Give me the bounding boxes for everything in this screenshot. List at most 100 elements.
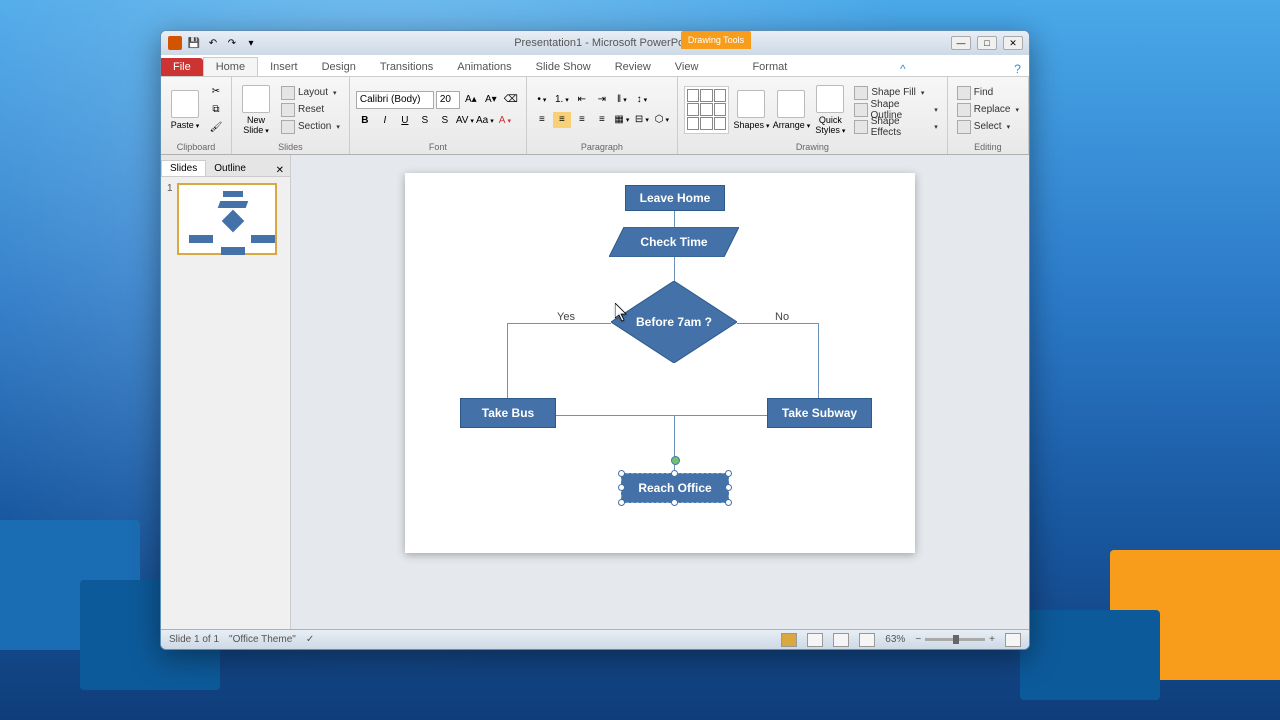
shapes-gallery[interactable] xyxy=(684,86,730,134)
zoom-out-icon[interactable]: − xyxy=(915,634,921,645)
rotate-handle[interactable] xyxy=(671,456,680,465)
undo-icon[interactable]: ↶ xyxy=(205,35,221,51)
columns-icon[interactable]: ▦ xyxy=(613,112,631,128)
tab-insert[interactable]: Insert xyxy=(258,58,310,76)
resize-handle[interactable] xyxy=(725,470,732,477)
resize-handle[interactable] xyxy=(725,484,732,491)
arrange-button[interactable]: Arrange xyxy=(773,84,809,136)
select-button[interactable]: Select xyxy=(954,119,1022,134)
panel-tab-outline[interactable]: Outline xyxy=(206,161,254,176)
align-left-icon[interactable]: ≡ xyxy=(533,112,551,128)
slide[interactable]: Leave Home Check Time Before 7am ? Yes N… xyxy=(405,173,915,553)
view-slideshow-icon[interactable] xyxy=(859,633,875,647)
group-slides-label: Slides xyxy=(238,140,343,152)
ribbon-minimize-icon[interactable]: ^ xyxy=(892,62,914,76)
resize-handle[interactable] xyxy=(618,499,625,506)
shape-leave-home[interactable]: Leave Home xyxy=(625,185,725,211)
resize-handle[interactable] xyxy=(671,470,678,477)
bullets-icon[interactable]: • xyxy=(533,92,551,108)
fit-window-icon[interactable] xyxy=(1005,633,1021,647)
view-sorter-icon[interactable] xyxy=(807,633,823,647)
panel-tab-slides[interactable]: Slides xyxy=(161,160,206,176)
connector[interactable] xyxy=(818,323,819,399)
shape-effects-button[interactable]: Shape Effects xyxy=(851,119,940,134)
shapes-button[interactable]: Shapes xyxy=(733,84,769,136)
tab-transitions[interactable]: Transitions xyxy=(368,58,445,76)
quick-styles-button[interactable]: Quick Styles xyxy=(813,84,847,136)
line-spacing-icon[interactable]: ‖ xyxy=(613,92,631,108)
zoom-in-icon[interactable]: + xyxy=(989,634,995,645)
resize-handle[interactable] xyxy=(725,499,732,506)
save-icon[interactable]: 💾 xyxy=(186,35,202,51)
tab-format[interactable]: Format xyxy=(740,58,799,76)
qat-dropdown-icon[interactable]: ▾ xyxy=(243,35,259,51)
copy-icon[interactable]: ⧉ xyxy=(207,102,225,118)
change-case-icon[interactable]: Aa xyxy=(476,113,494,129)
clear-format-icon[interactable]: ⌫ xyxy=(502,92,520,108)
tab-animations[interactable]: Animations xyxy=(445,58,523,76)
shrink-font-icon[interactable]: A▾ xyxy=(482,92,500,108)
minimize-button[interactable]: — xyxy=(951,36,971,50)
view-normal-icon[interactable] xyxy=(781,633,797,647)
cut-icon[interactable]: ✂ xyxy=(207,84,225,100)
slide-canvas[interactable]: Leave Home Check Time Before 7am ? Yes N… xyxy=(291,155,1029,629)
resize-handle[interactable] xyxy=(671,499,678,506)
grow-font-icon[interactable]: A▴ xyxy=(462,92,480,108)
align-text-icon[interactable]: ⊟ xyxy=(633,112,651,128)
connector[interactable] xyxy=(674,255,675,283)
decrease-indent-icon[interactable]: ⇤ xyxy=(573,92,591,108)
text-direction-icon[interactable]: ↕ xyxy=(633,92,651,108)
layout-button[interactable]: Layout xyxy=(278,85,343,100)
font-size-combo[interactable]: 20 xyxy=(436,91,460,109)
connector[interactable] xyxy=(507,323,611,324)
connector[interactable] xyxy=(507,323,508,399)
smartart-icon[interactable]: ⬡ xyxy=(653,112,671,128)
font-name-combo[interactable]: Calibri (Body) xyxy=(356,91,434,109)
shape-decision[interactable]: Before 7am ? xyxy=(611,281,737,363)
shadow-icon[interactable]: S xyxy=(436,113,454,129)
resize-handle[interactable] xyxy=(618,470,625,477)
tab-slideshow[interactable]: Slide Show xyxy=(524,58,603,76)
tab-file[interactable]: File xyxy=(161,58,203,76)
strike-icon[interactable]: S xyxy=(416,113,434,129)
spellcheck-icon[interactable]: ✓ xyxy=(306,634,314,645)
numbering-icon[interactable]: 1. xyxy=(553,92,571,108)
zoom-level[interactable]: 63% xyxy=(885,634,905,645)
char-spacing-icon[interactable]: AV xyxy=(456,113,474,129)
justify-icon[interactable]: ≡ xyxy=(593,112,611,128)
bold-icon[interactable]: B xyxy=(356,113,374,129)
shape-check-time[interactable]: Check Time xyxy=(609,227,739,257)
tab-home[interactable]: Home xyxy=(203,57,258,76)
panel-close-icon[interactable]: ✕ xyxy=(270,165,290,176)
connector[interactable] xyxy=(674,209,675,227)
redo-icon[interactable]: ↷ xyxy=(224,35,240,51)
zoom-slider[interactable] xyxy=(925,638,985,641)
increase-indent-icon[interactable]: ⇥ xyxy=(593,92,611,108)
new-slide-button[interactable]: New Slide xyxy=(238,84,274,136)
tab-view[interactable]: View xyxy=(663,58,711,76)
slide-thumbnail[interactable]: 1 xyxy=(167,183,284,255)
close-button[interactable]: ✕ xyxy=(1003,36,1023,50)
shape-reach-office[interactable]: Reach Office xyxy=(621,473,729,503)
tab-design[interactable]: Design xyxy=(310,58,368,76)
find-button[interactable]: Find xyxy=(954,85,1022,100)
replace-button[interactable]: Replace xyxy=(954,102,1022,117)
tab-review[interactable]: Review xyxy=(603,58,663,76)
align-right-icon[interactable]: ≡ xyxy=(573,112,591,128)
section-button[interactable]: Section xyxy=(278,119,343,134)
underline-icon[interactable]: U xyxy=(396,113,414,129)
maximize-button[interactable]: □ xyxy=(977,36,997,50)
shape-take-subway[interactable]: Take Subway xyxy=(767,398,872,428)
titlebar[interactable]: 💾 ↶ ↷ ▾ Presentation1 - Microsoft PowerP… xyxy=(161,31,1029,55)
align-center-icon[interactable]: ≡ xyxy=(553,112,571,128)
shape-take-bus[interactable]: Take Bus xyxy=(460,398,556,428)
help-icon[interactable]: ? xyxy=(1006,62,1029,76)
reset-button[interactable]: Reset xyxy=(278,102,343,117)
connector[interactable] xyxy=(737,323,819,324)
paste-button[interactable]: Paste xyxy=(167,84,203,136)
view-reading-icon[interactable] xyxy=(833,633,849,647)
resize-handle[interactable] xyxy=(618,484,625,491)
italic-icon[interactable]: I xyxy=(376,113,394,129)
font-color-icon[interactable]: A xyxy=(496,113,514,129)
format-painter-icon[interactable]: 🖌 xyxy=(207,120,225,136)
